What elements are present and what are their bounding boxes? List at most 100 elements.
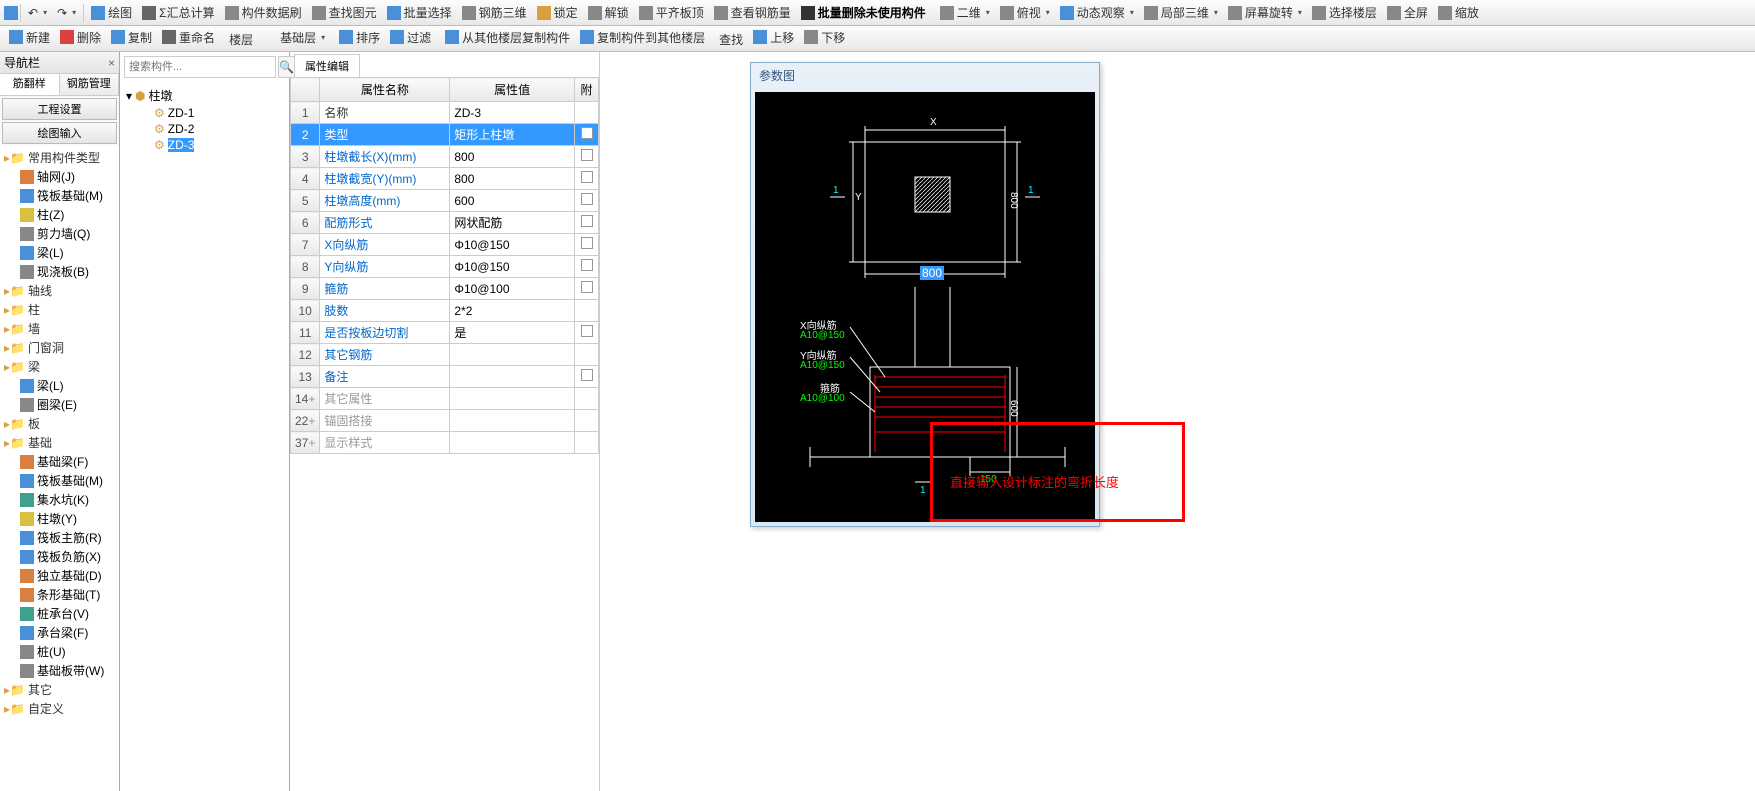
prop-value-cell[interactable]: 600: [450, 190, 575, 212]
toolbar-批量选择[interactable]: 批量选择: [382, 2, 457, 23]
project-settings-button[interactable]: 工程设置: [2, 98, 117, 120]
prop-value-cell[interactable]: 800: [450, 146, 575, 168]
toolbar-汇总计算[interactable]: Σ汇总计算: [137, 2, 219, 23]
toolbar-绘图[interactable]: 绘图: [86, 2, 137, 23]
toolbar-平齐板顶[interactable]: 平齐板顶: [634, 2, 709, 23]
toolbar-俯视[interactable]: 俯视▾: [995, 2, 1055, 23]
toolbar-动态观察[interactable]: 动态观察▾: [1055, 2, 1139, 23]
prop-row-6[interactable]: 6 配筋形式 网状配筋: [291, 212, 599, 234]
tree-folder-柱[interactable]: ▸📁柱: [2, 300, 117, 319]
tree-folder-墙[interactable]: ▸📁墙: [2, 319, 117, 338]
toolbar-屏幕旋转[interactable]: 屏幕旋转▾: [1223, 2, 1307, 23]
prop-row-2[interactable]: 2 类型 矩形上柱墩: [291, 124, 599, 146]
attach-checkbox[interactable]: [581, 171, 593, 183]
tree-item-筏板基础(M)[interactable]: 筏板基础(M): [2, 471, 117, 490]
prop-value-cell[interactable]: 是: [450, 322, 575, 344]
save-icon[interactable]: [4, 6, 18, 20]
dim-800-bottom[interactable]: 800: [920, 266, 944, 280]
toolbar2-查找[interactable]: 查找: [714, 29, 748, 50]
prop-row-37[interactable]: 37+ 显示样式: [291, 432, 599, 454]
attach-checkbox[interactable]: [581, 281, 593, 293]
prop-row-3[interactable]: 3 柱墩截长(X)(mm) 800: [291, 146, 599, 168]
prop-row-10[interactable]: 10 肢数 2*2: [291, 300, 599, 322]
instance-ZD-3[interactable]: ⚙ ZD-3: [124, 137, 285, 153]
toolbar2-上移[interactable]: 上移: [748, 27, 799, 48]
toolbar2-重命名[interactable]: 重命名: [157, 27, 220, 48]
tree-folder-其它[interactable]: ▸📁其它: [2, 680, 117, 699]
attach-checkbox[interactable]: [581, 193, 593, 205]
prop-value-cell[interactable]: [450, 410, 575, 432]
instance-ZD-2[interactable]: ⚙ ZD-2: [124, 121, 285, 137]
tab-rebar-sample[interactable]: 筋翻样: [0, 74, 60, 95]
tree-folder-轴线[interactable]: ▸📁轴线: [2, 281, 117, 300]
tree-item-条形基础(T)[interactable]: 条形基础(T): [2, 585, 117, 604]
prop-value-cell[interactable]: 矩形上柱墩: [450, 124, 575, 146]
prop-value-cell[interactable]: 2*2: [450, 300, 575, 322]
attach-checkbox[interactable]: [581, 149, 593, 161]
tree-item-筏板负筋(X)[interactable]: 筏板负筋(X): [2, 547, 117, 566]
tree-item-基础梁(F)[interactable]: 基础梁(F): [2, 452, 117, 471]
prop-row-8[interactable]: 8 Y向纵筋 Φ10@150: [291, 256, 599, 278]
toolbar2-过滤[interactable]: 过滤: [385, 27, 436, 48]
tree-item-梁(L)[interactable]: 梁(L): [2, 243, 117, 262]
toolbar2-排序[interactable]: 排序: [334, 27, 385, 48]
toolbar-全屏[interactable]: 全屏: [1382, 2, 1433, 23]
property-tab[interactable]: 属性编辑: [294, 54, 360, 77]
close-icon[interactable]: ×: [108, 56, 115, 70]
prop-value-cell[interactable]: [450, 432, 575, 454]
tree-item-集水坑(K)[interactable]: 集水坑(K): [2, 490, 117, 509]
toolbar-批量删除未使用构件[interactable]: 批量删除未使用构件: [796, 2, 931, 23]
tree-item-柱(Z)[interactable]: 柱(Z): [2, 205, 117, 224]
tree-item-梁(L)[interactable]: 梁(L): [2, 376, 117, 395]
prop-value-cell[interactable]: Φ10@150: [450, 256, 575, 278]
tree-folder-基础[interactable]: ▸📁基础: [2, 433, 117, 452]
toolbar2-楼层[interactable]: 楼层: [224, 29, 258, 50]
tree-item-承台梁(F)[interactable]: 承台梁(F): [2, 623, 117, 642]
attach-checkbox[interactable]: [581, 215, 593, 227]
toolbar-二维[interactable]: 二维▾: [935, 2, 995, 23]
tree-item-剪力墙(Q)[interactable]: 剪力墙(Q): [2, 224, 117, 243]
tree-item-桩(U)[interactable]: 桩(U): [2, 642, 117, 661]
tab-rebar-manage[interactable]: 钢筋管理: [60, 74, 120, 95]
toolbar2-复制[interactable]: 复制: [106, 27, 157, 48]
prop-row-11[interactable]: 11 是否按板边切割 是: [291, 322, 599, 344]
toolbar2-基础层[interactable]: 基础层▾: [258, 27, 330, 48]
prop-value-cell[interactable]: ZD-3: [450, 102, 575, 124]
prop-row-7[interactable]: 7 X向纵筋 Φ10@150: [291, 234, 599, 256]
prop-row-22[interactable]: 22+ 锚固搭接: [291, 410, 599, 432]
toolbar-查看钢筋量[interactable]: 查看钢筋量: [709, 2, 796, 23]
toolbar-构件数据刷[interactable]: 构件数据刷: [220, 2, 307, 23]
tree-item-基础板带(W)[interactable]: 基础板带(W): [2, 661, 117, 680]
attach-checkbox[interactable]: [581, 325, 593, 337]
search-input[interactable]: [124, 56, 276, 78]
tree-item-轴网(J)[interactable]: 轴网(J): [2, 167, 117, 186]
prop-row-1[interactable]: 1 名称 ZD-3: [291, 102, 599, 124]
prop-value-cell[interactable]: Φ10@100: [450, 278, 575, 300]
toolbar-解锁[interactable]: 解锁: [583, 2, 634, 23]
toolbar-选择楼层[interactable]: 选择楼层: [1307, 2, 1382, 23]
prop-row-13[interactable]: 13 备注: [291, 366, 599, 388]
toolbar2-从其他楼层复制构件[interactable]: 从其他楼层复制构件: [440, 27, 575, 48]
toolbar-局部三维[interactable]: 局部三维▾: [1139, 2, 1223, 23]
tree-item-圈梁(E)[interactable]: 圈梁(E): [2, 395, 117, 414]
toolbar-查找图元[interactable]: 查找图元: [307, 2, 382, 23]
toolbar-钢筋三维[interactable]: 钢筋三维: [457, 2, 532, 23]
prop-value-cell[interactable]: [450, 366, 575, 388]
tree-folder-常用构件类型[interactable]: ▸📁常用构件类型: [2, 148, 117, 167]
prop-row-14[interactable]: 14+ 其它属性: [291, 388, 599, 410]
tree-item-筏板基础(M)[interactable]: 筏板基础(M): [2, 186, 117, 205]
toolbar-缩放[interactable]: 缩放: [1433, 2, 1484, 23]
prop-row-5[interactable]: 5 柱墩高度(mm) 600: [291, 190, 599, 212]
drawing-input-button[interactable]: 绘图输入: [2, 122, 117, 144]
toolbar2-新建[interactable]: 新建: [4, 27, 55, 48]
tree-item-桩承台(V)[interactable]: 桩承台(V): [2, 604, 117, 623]
tree-folder-梁[interactable]: ▸📁梁: [2, 357, 117, 376]
prop-value-cell[interactable]: Φ10@150: [450, 234, 575, 256]
attach-checkbox[interactable]: [581, 237, 593, 249]
prop-row-9[interactable]: 9 箍筋 Φ10@100: [291, 278, 599, 300]
tree-item-柱墩(Y)[interactable]: 柱墩(Y): [2, 509, 117, 528]
tree-item-筏板主筋(R)[interactable]: 筏板主筋(R): [2, 528, 117, 547]
attach-checkbox[interactable]: [581, 259, 593, 271]
tree-folder-自定义[interactable]: ▸📁自定义: [2, 699, 117, 718]
tree-folder-板[interactable]: ▸📁板: [2, 414, 117, 433]
